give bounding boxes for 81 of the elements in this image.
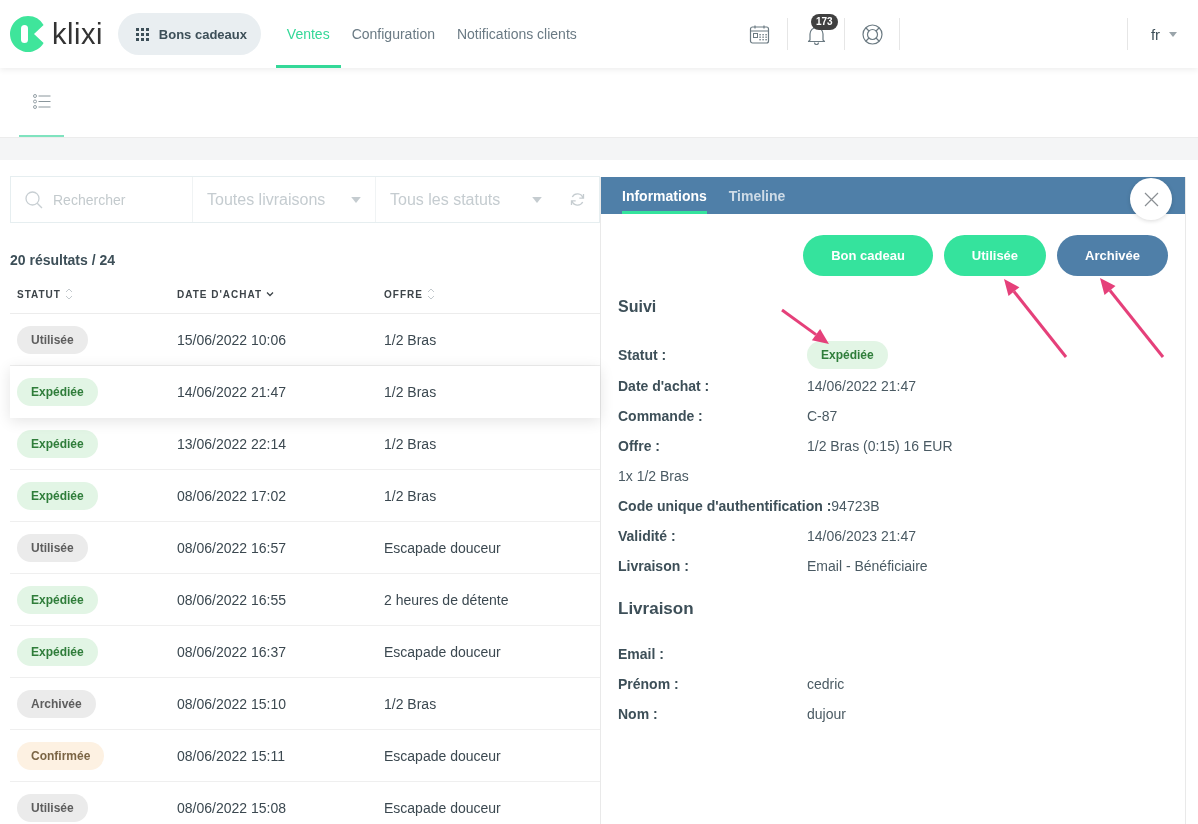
field-label: Date d'achat :: [618, 378, 711, 394]
nav-tab[interactable]: Configuration: [340, 0, 446, 68]
search-icon: [25, 190, 43, 209]
caret-icon: [532, 196, 542, 203]
table-row[interactable]: Expédiée 14/06/2022 21:47 1/2 Bras: [10, 366, 600, 418]
section-title: Suivi: [618, 297, 657, 317]
table-cell-text: 08/06/2022 16:37: [176, 643, 287, 660]
sort-icon[interactable]: [64, 288, 73, 300]
detail-tab[interactable]: Informations: [622, 177, 707, 214]
list-icon: [32, 94, 51, 109]
column-header[interactable]: STATUT: [17, 288, 61, 300]
field-label: Nom :: [618, 706, 659, 722]
field-label: Statut :: [618, 346, 668, 363]
app-switcher-button[interactable]: Bons cadeaux: [117, 13, 261, 55]
status-badge: Confirmée: [17, 741, 105, 770]
table-cell-text: Escapade douceur: [383, 799, 502, 816]
column-header[interactable]: OFFRE: [384, 288, 423, 300]
status-badge: Expédiée: [807, 340, 888, 369]
table-cell-text: Escapade douceur: [383, 539, 502, 556]
status-badge: Expédiée: [17, 429, 98, 458]
status-badge: Expédiée: [17, 637, 98, 666]
close-icon: [1143, 191, 1159, 207]
status-badge: Utilisée: [17, 793, 88, 822]
note-text: 1x 1/2 Bras: [618, 468, 689, 484]
logo-text: klixi: [52, 19, 103, 49]
field-label: Prénom :: [618, 676, 680, 692]
status-badge: Expédiée: [17, 585, 98, 614]
notification-badge: 173: [811, 14, 838, 30]
table-cell-text: 2 heures de détente: [383, 591, 510, 608]
table-cell-text: 08/06/2022 15:08: [176, 799, 287, 816]
field-label: Livraison :: [618, 558, 690, 574]
field-value: Email - Bénéficiaire: [807, 558, 928, 574]
field-value: 1/2 Bras (0:15) 16 EUR: [807, 438, 953, 454]
field-value: dujour: [807, 706, 846, 722]
language-selector[interactable]: fr: [1128, 0, 1198, 68]
table-cell-text: 08/06/2022 17:02: [176, 487, 287, 504]
status-badge: Expédiée: [17, 377, 98, 406]
status-badge: Archivée: [17, 689, 96, 718]
table-cell-text: 1/2 Bras: [383, 695, 438, 712]
status-badge: Utilisée: [17, 325, 88, 354]
table-cell-text: 1/2 Bras: [383, 331, 438, 348]
notifications-button[interactable]: 173: [788, 0, 844, 68]
sort-icon[interactable]: [426, 288, 435, 300]
table-cell-text: 08/06/2022 15:10: [176, 695, 287, 712]
table-cell-text: 08/06/2022 15:11: [176, 747, 286, 764]
field-label: Code unique d'authentification :: [618, 498, 832, 514]
field-value: cedric: [807, 676, 845, 692]
results-count: 20 résultats / 24: [10, 252, 117, 269]
field-value: 94723B: [831, 498, 880, 514]
field-label: Offre :: [618, 438, 661, 454]
table-cell-text: 08/06/2022 16:57: [176, 539, 287, 556]
refresh-icon: [570, 192, 585, 207]
nav-tab[interactable]: Notifications clients: [445, 0, 588, 68]
section-title: Livraison: [618, 598, 694, 620]
table-cell-text: 1/2 Bras: [383, 435, 438, 452]
field-label: Validité :: [618, 528, 677, 544]
annotation-arrow: [781, 308, 829, 344]
table-cell-text: 15/06/2022 10:06: [176, 331, 287, 348]
caret-icon: [351, 196, 361, 203]
status-badge: Utilisée: [17, 533, 88, 562]
table-cell-text: 13/06/2022 22:14: [176, 435, 287, 452]
logo-icon: [10, 16, 46, 52]
table-cell-text: 1/2 Bras: [383, 487, 438, 504]
column-header[interactable]: DATE D'ACHAT: [177, 288, 263, 300]
table-cell-text: 08/06/2022 16:55: [176, 591, 287, 608]
field-label: Commande :: [618, 408, 704, 424]
table-cell-text: 1/2 Bras: [383, 383, 438, 400]
action-button[interactable]: Archivée: [1057, 235, 1168, 276]
grid-icon: [135, 27, 149, 41]
table-cell-text: Escapade douceur: [383, 747, 502, 764]
field-value: 14/06/2022 21:47: [807, 378, 916, 394]
table-cell-text: Escapade douceur: [383, 643, 502, 660]
calendar-icon: [748, 23, 770, 45]
table-cell-text: 14/06/2022 21:47: [176, 383, 287, 400]
field-value: 14/06/2023 21:47: [807, 528, 916, 544]
status-badge: Expédiée: [17, 481, 98, 510]
field-label: Email :: [618, 646, 665, 662]
search-field[interactable]: Rechercher: [53, 184, 183, 215]
lifebuoy-icon: [861, 23, 883, 45]
field-value: C-87: [807, 408, 838, 424]
caret-icon: [1169, 31, 1178, 37]
